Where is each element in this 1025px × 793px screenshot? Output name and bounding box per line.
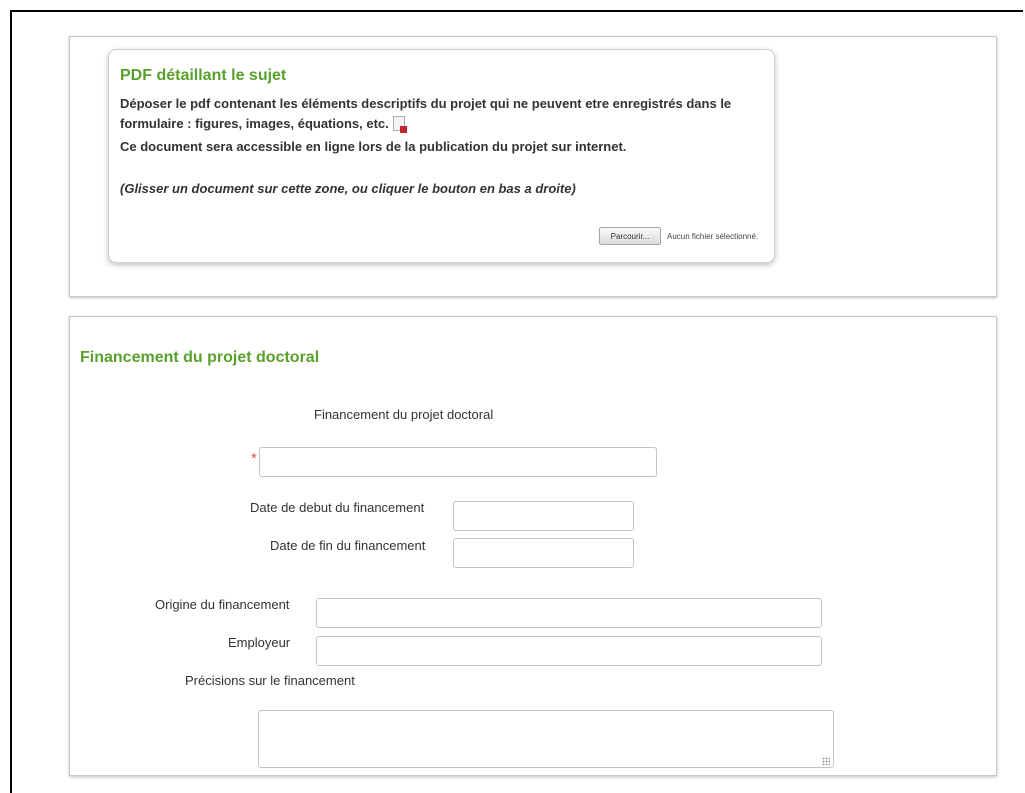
pdf-file-icon bbox=[392, 116, 407, 133]
upload-description-text: formulaire : figures, images, équations,… bbox=[120, 116, 389, 131]
start-date-label: Date de debut du financement bbox=[250, 500, 425, 515]
employer-input[interactable] bbox=[316, 636, 822, 666]
upload-hint: (Glisser un document sur cette zone, ou … bbox=[120, 181, 576, 196]
end-date-input[interactable] bbox=[453, 538, 634, 568]
project-funding-label: Financement du projet doctoral bbox=[314, 407, 494, 422]
section-title: Financement du projet doctoral bbox=[80, 349, 320, 366]
resize-grip-icon[interactable] bbox=[822, 757, 830, 765]
details-label: Précisions sur le financement bbox=[185, 673, 355, 688]
start-date-input[interactable] bbox=[453, 501, 634, 531]
browse-button[interactable]: Parcourir... bbox=[599, 227, 661, 245]
upload-description-line: formulaire : figures, images, équations,… bbox=[120, 116, 407, 133]
upload-panel: PDF détaillant le sujet Déposer le pdf c… bbox=[69, 36, 997, 297]
upload-title: PDF détaillant le sujet bbox=[120, 67, 287, 84]
origin-input[interactable] bbox=[316, 598, 822, 628]
upload-description-line: Ce document sera accessible en ligne lor… bbox=[120, 139, 627, 154]
upload-description-line: Déposer le pdf contenant les éléments de… bbox=[120, 96, 732, 111]
required-indicator: * bbox=[251, 450, 257, 467]
end-date-label: Date de fin du financement bbox=[270, 538, 426, 553]
project-funding-input[interactable] bbox=[259, 447, 657, 477]
details-textarea[interactable] bbox=[258, 710, 834, 768]
page-frame: PDF détaillant le sujet Déposer le pdf c… bbox=[10, 10, 1023, 793]
employer-label: Employeur bbox=[228, 635, 291, 650]
no-file-selected-label: Aucun fichier sélectionné. bbox=[667, 232, 759, 241]
pdf-drop-zone[interactable]: PDF détaillant le sujet Déposer le pdf c… bbox=[108, 49, 775, 263]
origin-label: Origine du financement bbox=[155, 597, 290, 612]
funding-panel: Financement du projet doctoral Financeme… bbox=[69, 316, 997, 776]
